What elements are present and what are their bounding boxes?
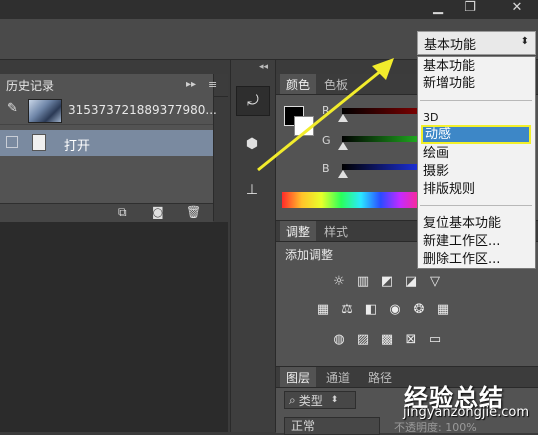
arrow-shaft (257, 68, 383, 172)
annotation-arrow (257, 58, 394, 172)
watermark-url: jingyanzongjie.com (403, 405, 530, 420)
